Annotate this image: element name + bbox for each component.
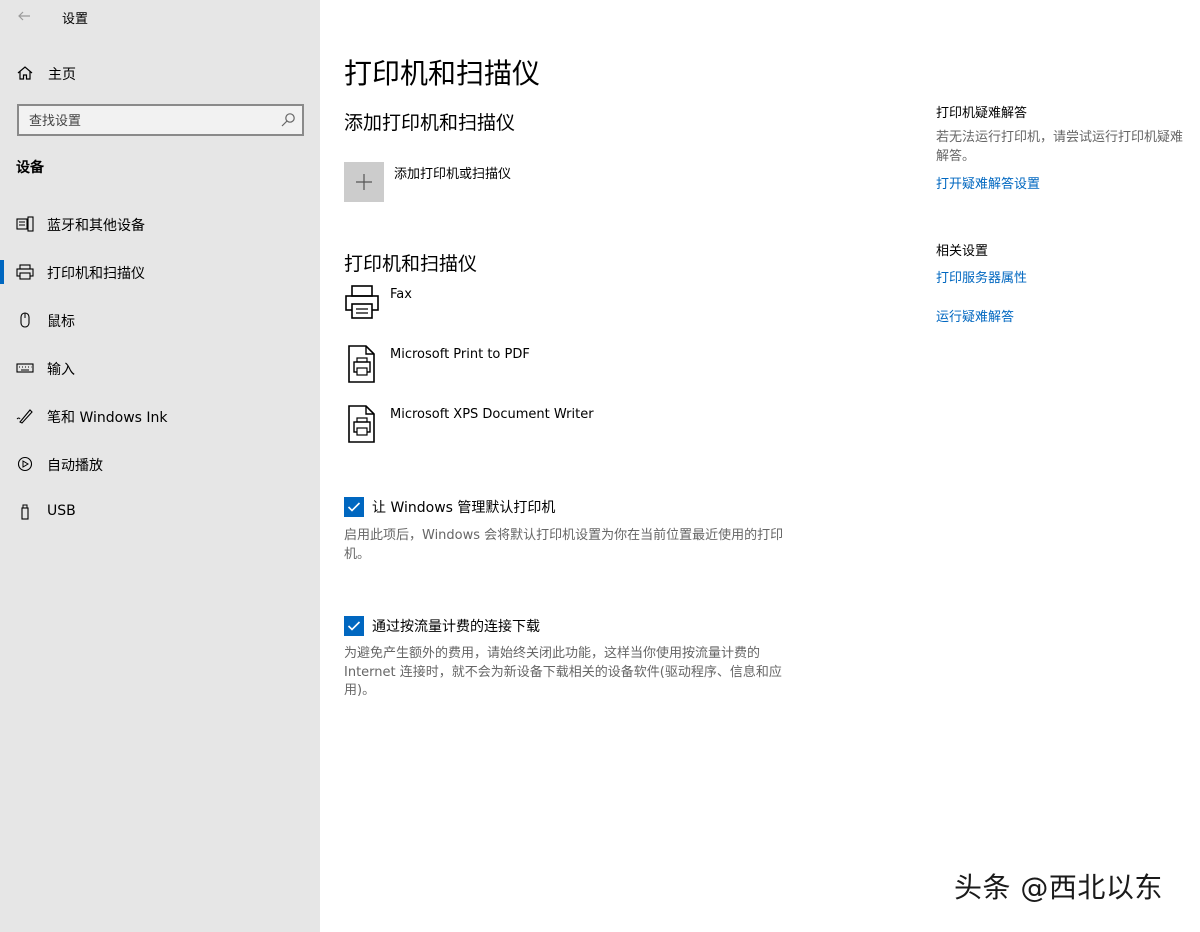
default-printer-checkbox[interactable]: [344, 497, 364, 517]
add-printer-button[interactable]: [344, 162, 384, 202]
printer-name: Microsoft Print to PDF: [390, 347, 530, 362]
related-settings-heading: 相关设置: [936, 244, 989, 259]
troubleshoot-heading: 打印机疑难解答: [936, 106, 1028, 121]
document-printer-icon: [348, 405, 375, 443]
add-section-heading: 添加打印机和扫描仪: [344, 112, 516, 134]
default-printer-description: 启用此项后，Windows 会将默认打印机设置为你在当前位置最近使用的打印机。: [344, 528, 784, 562]
sidebar: 设置 主页 设备 蓝牙和其他设备 打印机和扫描仪: [0, 0, 320, 932]
printer-icon: [16, 264, 34, 280]
search-icon[interactable]: [280, 112, 296, 128]
metered-download-description: 为避免产生额外的费用，请始终关闭此功能，这样当你使用按流量计费的 Interne…: [344, 646, 782, 698]
printer-item-fax[interactable]: Fax: [344, 284, 844, 332]
sidebar-item-label: 主页: [48, 67, 76, 83]
sidebar-item-typing[interactable]: 输入: [0, 350, 320, 386]
checkmark-icon: [347, 621, 361, 631]
sidebar-item-pen[interactable]: 笔和 Windows Ink: [0, 398, 320, 434]
pen-icon: [16, 409, 33, 424]
page-title: 打印机和扫描仪: [344, 57, 541, 90]
sidebar-item-label: USB: [47, 503, 76, 519]
back-button[interactable]: [12, 4, 36, 28]
main-content: 打印机和扫描仪 添加打印机和扫描仪 添加打印机或扫描仪 打印机和扫描仪 Fax …: [320, 0, 1200, 932]
sidebar-item-autoplay[interactable]: 自动播放: [0, 446, 320, 482]
section-title: 设备: [16, 160, 44, 176]
sidebar-item-label: 蓝牙和其他设备: [47, 218, 145, 234]
autoplay-icon: [17, 456, 33, 472]
app-title: 设置: [62, 12, 89, 27]
sidebar-item-printers[interactable]: 打印机和扫描仪: [0, 254, 320, 290]
add-printer-label[interactable]: 添加打印机或扫描仪: [394, 163, 511, 182]
sidebar-item-home[interactable]: 主页: [0, 58, 320, 88]
sidebar-item-label: 自动播放: [47, 458, 103, 474]
sidebar-item-label: 打印机和扫描仪: [47, 266, 145, 282]
sidebar-item-label: 鼠标: [47, 314, 75, 330]
plus-icon: [356, 174, 372, 190]
printer-name: Microsoft XPS Document Writer: [390, 407, 594, 422]
checkmark-icon: [347, 502, 361, 512]
fax-printer-icon: [345, 285, 379, 319]
open-troubleshoot-link[interactable]: 打开疑难解答设置: [936, 173, 1040, 192]
print-server-properties-link[interactable]: 打印服务器属性: [936, 267, 1027, 286]
metered-download-checkbox[interactable]: [344, 616, 364, 636]
sidebar-item-bluetooth[interactable]: 蓝牙和其他设备: [0, 206, 320, 242]
printer-item-xps[interactable]: Microsoft XPS Document Writer: [344, 404, 844, 452]
run-troubleshooter-link[interactable]: 运行疑难解答: [936, 306, 1014, 325]
keyboard-icon: [16, 363, 34, 373]
back-arrow-icon: [18, 11, 30, 21]
search-box[interactable]: [17, 104, 304, 136]
printers-section-heading: 打印机和扫描仪: [344, 253, 478, 275]
troubleshoot-text: 若无法运行打印机，请尝试运行打印机疑难解答。: [936, 130, 1184, 164]
sidebar-item-label: 笔和 Windows Ink: [47, 410, 168, 426]
default-printer-label[interactable]: 让 Windows 管理默认打印机: [372, 497, 555, 517]
sidebar-item-mouse[interactable]: 鼠标: [0, 302, 320, 338]
metered-download-label[interactable]: 通过按流量计费的连接下载: [372, 616, 540, 636]
mouse-icon: [20, 312, 30, 328]
printer-name: Fax: [390, 287, 412, 302]
bluetooth-devices-icon: [16, 216, 34, 232]
usb-icon: [21, 504, 29, 520]
document-printer-icon: [348, 345, 375, 383]
home-icon: [17, 66, 33, 80]
printer-item-pdf[interactable]: Microsoft Print to PDF: [344, 344, 844, 392]
sidebar-item-label: 输入: [47, 362, 75, 378]
sidebar-item-usb[interactable]: USB: [0, 494, 320, 530]
watermark: 头条 @西北以东: [954, 871, 1163, 904]
search-input[interactable]: [27, 110, 271, 132]
